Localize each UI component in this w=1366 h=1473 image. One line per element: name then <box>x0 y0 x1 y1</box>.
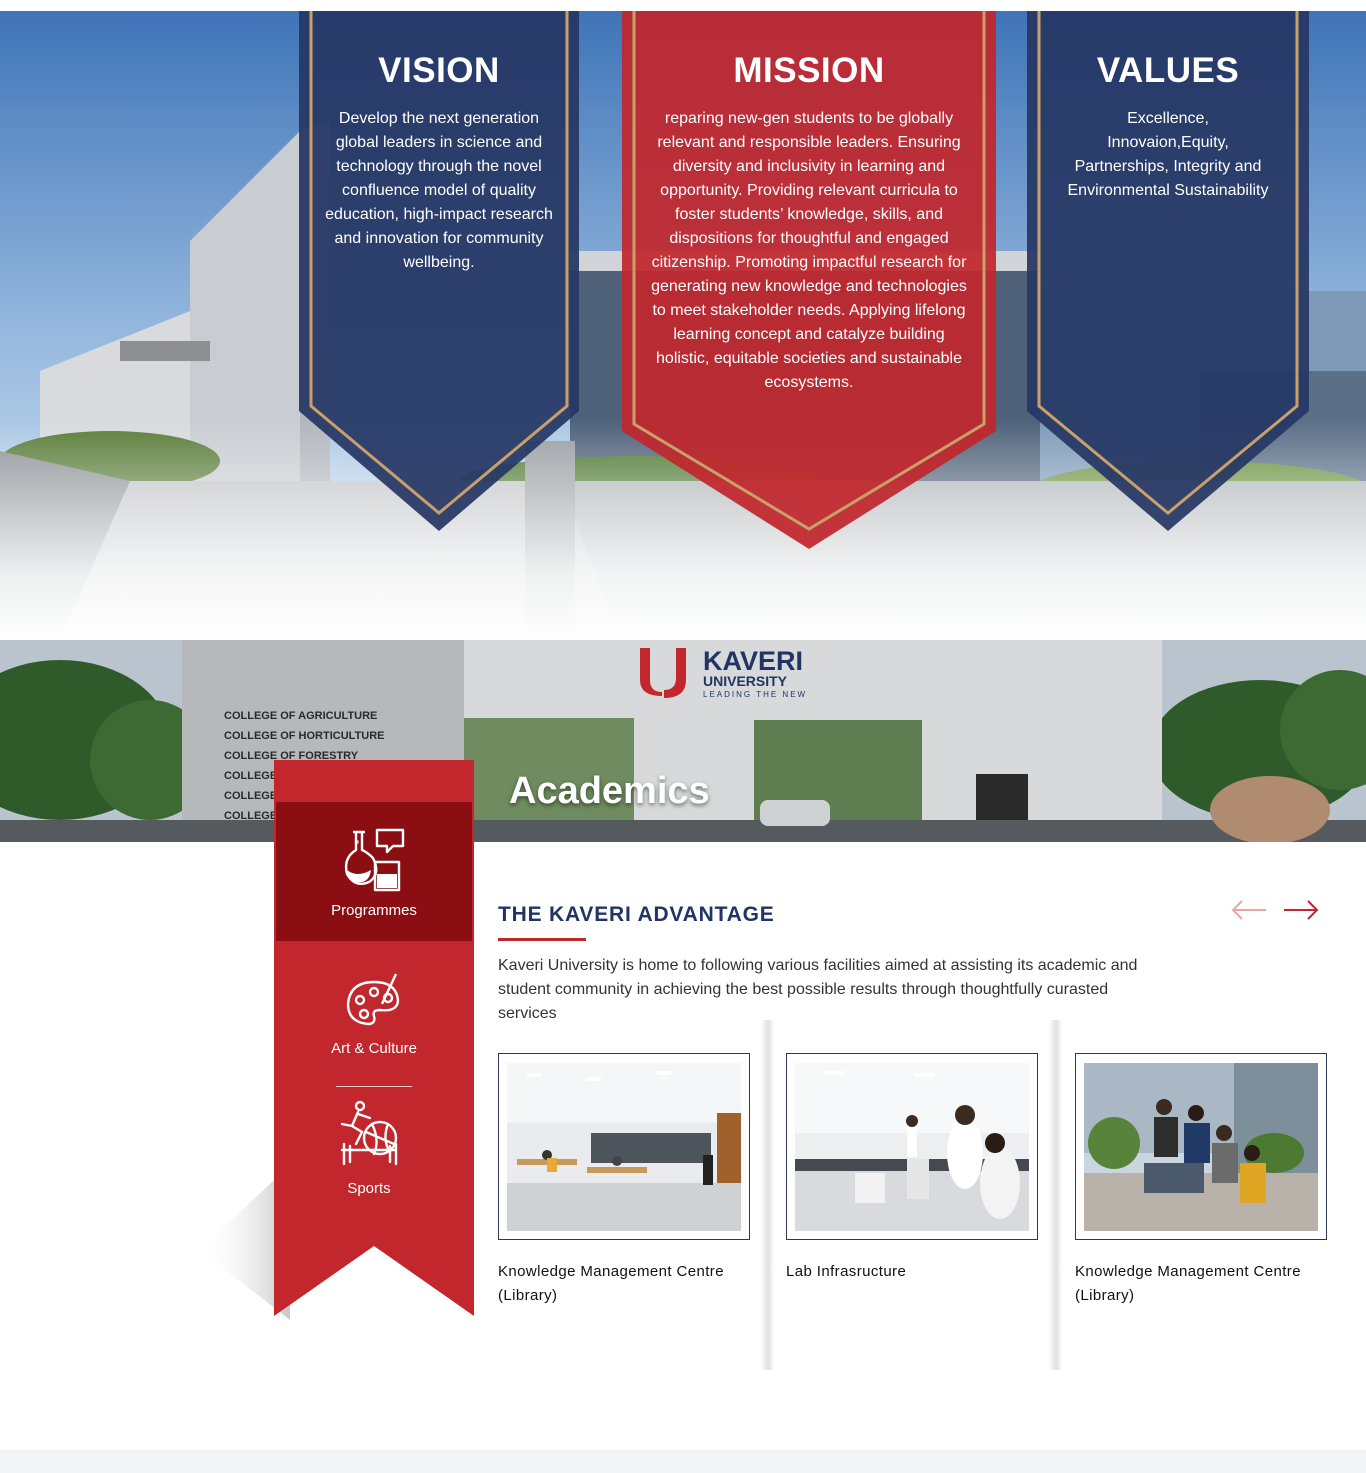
sports-icon <box>340 1100 398 1166</box>
mission-title: MISSION <box>733 51 885 90</box>
facility-card-caption: Knowledge Management Centre (Library) <box>1075 1263 1301 1304</box>
palette-icon <box>346 973 400 1026</box>
facility-card-library-2[interactable]: Knowledge Management Centre (Library) <box>1075 1053 1327 1308</box>
carousel-prev-button[interactable] <box>1230 898 1268 927</box>
logo-tagline-text: LEADING THE NEW <box>703 690 807 699</box>
advantage-title: THE KAVERI ADVANTAGE <box>498 903 775 926</box>
logo-university-text: UNIVERSITY <box>703 673 788 689</box>
tab-programmes-label: Programmes <box>331 902 417 919</box>
facility-card-caption: Lab Infrasructure <box>786 1263 907 1280</box>
values-banner: VALUES Excellence, Innovaion,Equity, Par… <box>1027 11 1309 531</box>
facility-card-frame <box>498 1053 750 1240</box>
facility-card-frame <box>786 1053 1038 1240</box>
college-sign-6: COLLEGE <box>224 810 277 822</box>
facility-card-caption: Knowledge Management Centre (Library) <box>498 1263 724 1304</box>
students-photo <box>1084 1063 1318 1231</box>
mission-text: reparing new-gen students to be globally… <box>651 110 967 391</box>
college-sign-2: COLLEGE OF HORTICULTURE <box>224 730 385 742</box>
advantage-description: Kaveri University is home to following v… <box>498 957 1138 1022</box>
tab-divider <box>336 1086 412 1087</box>
values-title: VALUES <box>1096 51 1240 90</box>
facility-card-frame <box>1075 1053 1327 1240</box>
college-sign-4: COLLEGE <box>224 770 277 782</box>
arrow-left-icon <box>1231 900 1266 920</box>
tab-programmes[interactable]: Programmes <box>276 802 472 941</box>
card-separator-shadow <box>760 1020 774 1370</box>
arrow-right-icon <box>1284 900 1319 920</box>
values-text: Excellence, Innovaion,Equity, Partnershi… <box>1067 110 1269 199</box>
vision-title: VISION <box>378 51 500 90</box>
vision-banner: VISION Develop the next generation globa… <box>299 11 579 531</box>
logo-brand-text: KAVERI <box>703 646 803 676</box>
academics-title: Academics <box>509 770 710 812</box>
library-photo <box>507 1063 741 1231</box>
facility-card-library[interactable]: Knowledge Management Centre (Library) <box>498 1053 750 1308</box>
college-sign-5: COLLEGE <box>224 790 277 802</box>
mission-banner: MISSION reparing new-gen students to be … <box>622 11 996 549</box>
card-separator-shadow <box>1048 1020 1062 1370</box>
tab-art-culture-label: Art & Culture <box>331 1040 417 1057</box>
tab-sports-label: Sports <box>347 1180 391 1197</box>
lab-photo <box>795 1063 1029 1231</box>
carousel-next-button[interactable] <box>1282 898 1320 927</box>
college-sign-1: COLLEGE OF AGRICULTURE <box>224 710 377 722</box>
tab-art-culture[interactable]: Art & Culture <box>276 970 472 1060</box>
lab-flask-icon <box>344 828 405 892</box>
advantage-title-underline <box>498 938 586 941</box>
hero-section: VISION Develop the next generation globa… <box>0 0 1366 640</box>
tab-sports[interactable]: Sports <box>276 1100 462 1204</box>
footer-strip <box>0 1450 1366 1473</box>
facility-card-lab[interactable]: Lab Infrasructure <box>786 1053 1038 1284</box>
vision-text: Develop the next generation global leade… <box>325 110 553 271</box>
